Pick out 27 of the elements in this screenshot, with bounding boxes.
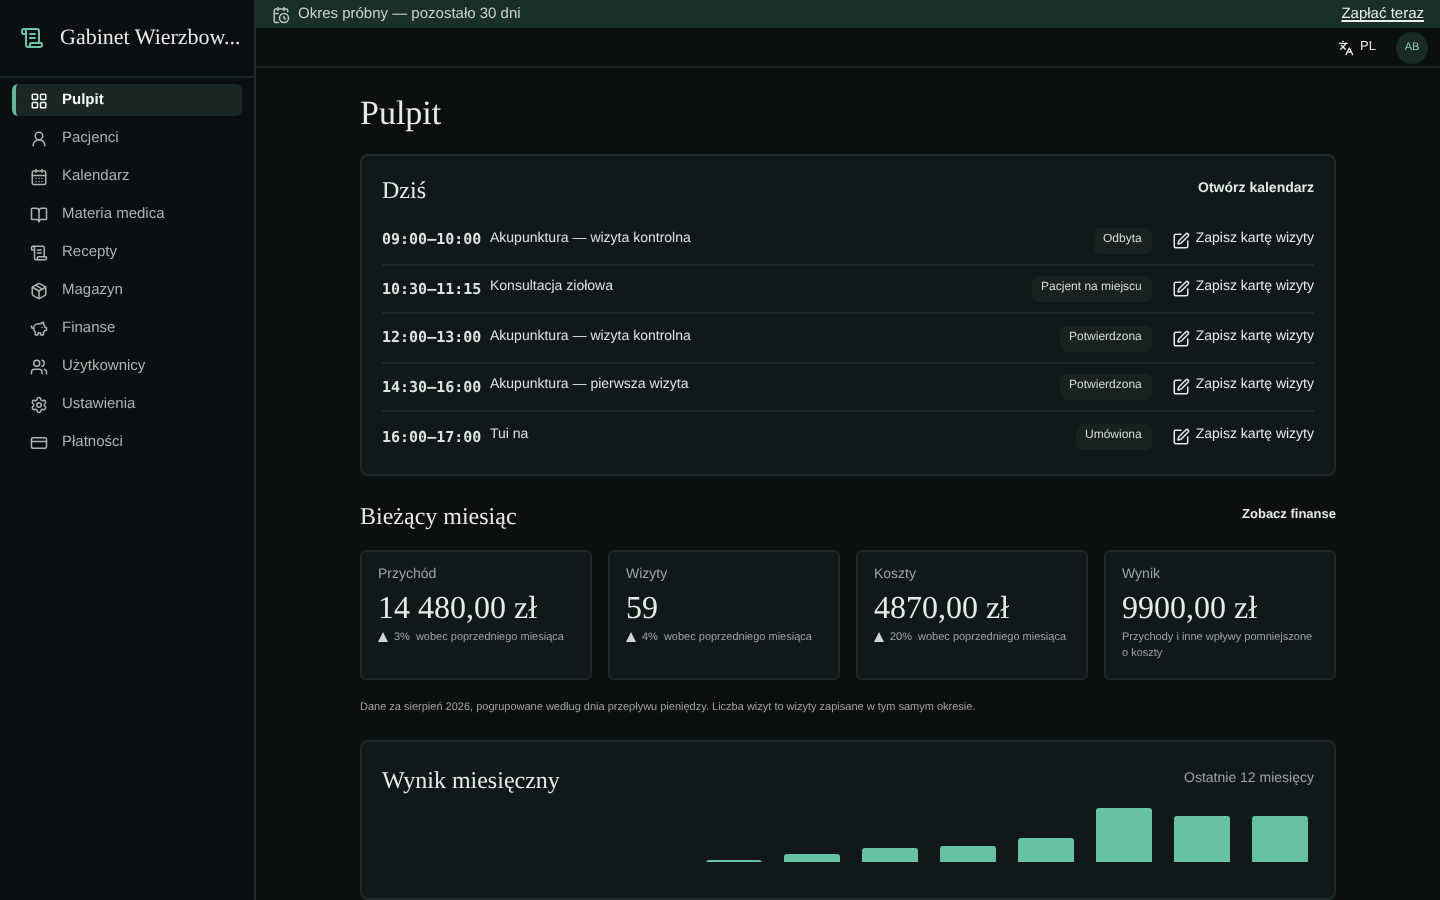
edit-icon [1171,231,1190,249]
edit-icon [1171,329,1190,347]
translate-icon [1338,39,1355,56]
settings-icon [30,395,48,413]
card-icon [30,433,48,451]
app-title: Gabinet Wierzbow... [60,23,241,54]
chart-title: Wynik miesięczny [382,764,560,798]
user-icon [30,129,48,147]
package-icon [30,281,48,299]
edit-icon [1171,428,1190,446]
calendar-icon [30,167,48,185]
book-icon [30,205,48,223]
edit-icon [1171,280,1190,298]
logo-icon [20,26,44,50]
stat-value: 59 [626,589,660,628]
scroll-icon [30,243,48,261]
calendar-clock-icon [272,5,290,24]
page-title: Pulpit [360,94,444,135]
section-title: Bieżący miesiąc [360,499,517,534]
grid-icon [30,91,48,109]
edit-icon [1171,378,1190,396]
users-icon [30,357,48,375]
stat-value: 9900,00 zł [1122,589,1260,628]
stat-value: 4870,00 zł [874,589,1012,628]
card-title: Dziś [382,174,426,209]
piggy-bank-icon [30,319,48,337]
stat-value: 14 480,00 zł [378,589,540,628]
